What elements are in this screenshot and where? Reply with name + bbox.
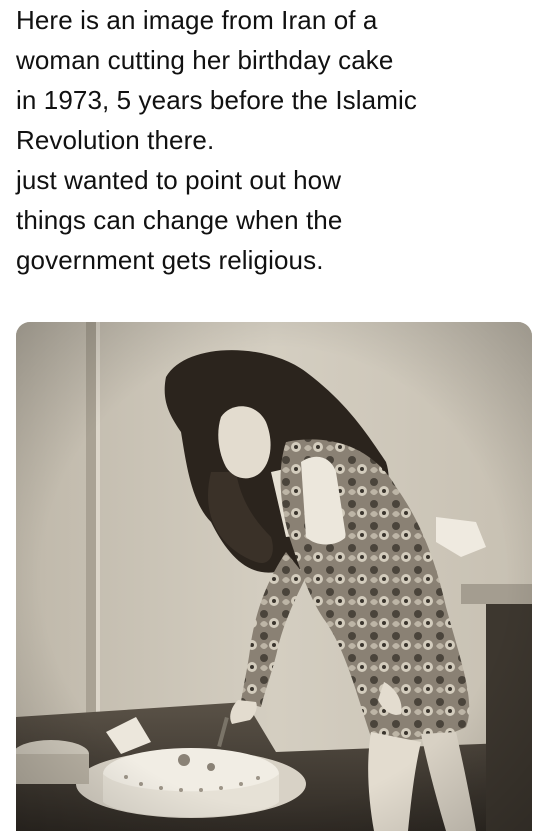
caption-line-3: in 1973, 5 years before the Islamic xyxy=(16,85,417,115)
photo-illustration xyxy=(16,322,532,831)
caption-line-5: just wanted to point out how xyxy=(16,165,342,195)
caption-line-6: things can change when the xyxy=(16,205,343,235)
post-photo[interactable] xyxy=(16,322,532,831)
caption-line-1: Here is an image from Iran of a xyxy=(16,5,378,35)
caption-line-4: Revolution there. xyxy=(16,125,215,155)
social-post: Here is an image from Iran of a woman cu… xyxy=(0,0,548,831)
caption-line-7: government gets religious. xyxy=(16,245,324,275)
caption-line-2: woman cutting her birthday cake xyxy=(16,45,394,75)
post-caption: Here is an image from Iran of a woman cu… xyxy=(16,0,540,280)
